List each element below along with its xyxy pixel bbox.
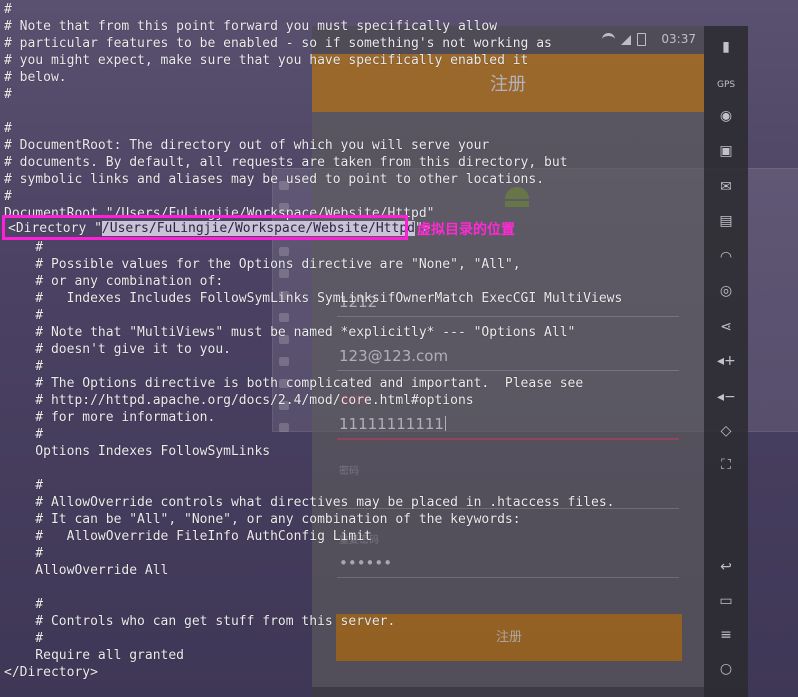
config-line: # doesn't give it to you. [4,342,231,357]
config-line: # The Options directive is both complica… [4,376,584,391]
config-line: # for more information. [4,410,216,425]
config-line: # Note that from this point forward you … [4,19,498,34]
config-line: # Possible values for the Options direct… [4,257,521,272]
config-line: # [4,2,12,17]
config-line: # [4,87,12,102]
config-line: # [4,631,44,646]
config-line: # It can be "All", "None", or any combin… [4,512,521,527]
config-line: # [4,240,44,255]
config-line: # AllowOverride controls what directives… [4,495,615,510]
annotation-label: 虚拟目录的位置 [417,222,515,238]
config-line: # AllowOverride FileInfo AuthConfig Limi… [4,529,372,544]
config-line: AllowOverride All [4,563,169,578]
config-line: # Controls who can get stuff from this s… [4,614,396,629]
config-line: # [4,427,44,442]
config-line: # you might expect, make sure that you h… [4,53,529,68]
directory-close-line: </Directory> [4,665,98,680]
config-line: # DocumentRoot: The directory out of whi… [4,138,490,153]
config-line: # [4,597,44,612]
config-line: # [4,308,44,323]
config-line: # or any combination of: [4,274,224,289]
config-line: # http://httpd.apache.org/docs/2.4/mod/c… [4,393,474,408]
config-line: # [4,359,44,374]
config-line: Require all granted [4,648,185,663]
config-line: # Indexes Includes FollowSymLinks SymLin… [4,291,623,306]
config-line: # particular features to be enabled - so… [4,36,552,51]
terminal-editor[interactable]: # # Note that from this point forward yo… [0,0,798,697]
annotation-highlight-box [2,215,408,240]
config-line: # [4,189,12,204]
config-line: # [4,546,44,561]
config-line: # below. [4,70,67,85]
config-line: Options Indexes FollowSymLinks [4,444,271,459]
config-line: # Note that "MultiViews" must be named *… [4,325,576,340]
config-line: # symbolic links and aliases may be used… [4,172,545,187]
config-line: # [4,121,12,136]
config-line: # documents. By default, all requests ar… [4,155,568,170]
config-line: # [4,478,44,493]
